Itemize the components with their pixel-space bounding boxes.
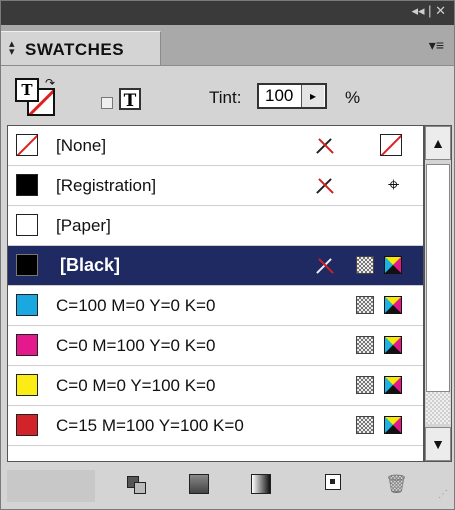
tint-percent-label: % (345, 88, 361, 107)
swatch-chip-paper (16, 214, 38, 236)
swatch-row-black[interactable]: [Black] (8, 246, 423, 286)
swatch-chip-registration (16, 174, 38, 196)
new-swatch-icon[interactable] (325, 474, 347, 496)
bottom-toolbar: 🗑 ⋰ (7, 466, 452, 504)
scroll-down-icon[interactable]: ▼ (425, 427, 451, 461)
cannot-edit-icon (312, 174, 336, 198)
process-color-icon (356, 256, 374, 274)
scroll-track[interactable] (426, 392, 450, 424)
cmyk-mode-icon (384, 256, 402, 274)
swatch-name: C=15 M=100 Y=100 K=0 (56, 416, 244, 435)
swatches-panel: ◂◂ | ✕ ▴ ▾ SWATCHES ▾≡ T ↷ T Tint: 100 ▸ … (0, 0, 455, 510)
swatch-row-registration[interactable]: [Registration] ⌖ (8, 166, 423, 206)
process-color-icon (356, 336, 374, 354)
swatch-list: [None] [Registration] ⌖ [Paper] [Black] … (7, 125, 424, 462)
swatch-name: [Paper] (56, 216, 111, 235)
tab-swatches[interactable]: ▴ ▾ SWATCHES (1, 31, 161, 65)
tint-label: Tint: (209, 88, 242, 107)
process-color-icon (356, 416, 374, 434)
swatch-name: C=0 M=0 Y=100 K=0 (56, 376, 216, 395)
cmyk-mode-icon (384, 296, 402, 314)
swatch-row-none[interactable]: [None] (8, 126, 423, 166)
cmyk-mode-icon (384, 336, 402, 354)
swatch-name: [Registration] (56, 176, 157, 195)
tab-swatches-label: SWATCHES (25, 40, 125, 59)
swatch-row-cyan[interactable]: C=100 M=0 Y=0 K=0 (8, 286, 423, 326)
swatch-chip-cyan (16, 294, 38, 316)
swatch-row-red[interactable]: C=15 M=100 Y=100 K=0 (8, 406, 423, 446)
swatch-row-yellow[interactable]: C=0 M=0 Y=100 K=0 (8, 366, 423, 406)
swatch-toolbar: T ↷ T Tint: 100 ▸ % (1, 66, 454, 121)
scroll-up-icon[interactable]: ▲ (425, 126, 451, 160)
delete-swatch-icon[interactable]: 🗑 (385, 474, 408, 496)
cannot-edit-icon (312, 134, 336, 158)
up-down-arrows-icon[interactable]: ▴ ▾ (9, 39, 15, 58)
cmyk-mode-icon (384, 416, 402, 434)
none-mode-icon (380, 134, 402, 156)
swatch-row-paper[interactable]: [Paper] (8, 206, 423, 246)
formatting-affects-container-icon[interactable] (101, 97, 113, 109)
panel-title-bar[interactable]: ◂◂ | ✕ (1, 1, 454, 25)
swatch-chip-magenta (16, 334, 38, 356)
swatch-name: [Black] (60, 255, 121, 275)
panel-menu-icon[interactable]: ▾≡ (429, 37, 444, 54)
fill-stroke-selector[interactable]: T ↷ (15, 76, 57, 116)
tab-row: ▴ ▾ SWATCHES ▾≡ (1, 25, 454, 66)
process-color-icon (356, 376, 374, 394)
tint-slider-arrow-icon[interactable]: ▸ (301, 85, 324, 107)
process-color-icon (356, 296, 374, 314)
swatch-chip-red (16, 414, 38, 436)
swatch-chip-yellow (16, 374, 38, 396)
show-color-swatches-icon[interactable] (189, 474, 211, 496)
collapse-close-controls[interactable]: ◂◂ | ✕ (411, 3, 446, 19)
swatch-chip-none (16, 134, 38, 156)
swatch-name: C=100 M=0 Y=0 K=0 (56, 296, 216, 315)
scroll-thumb[interactable] (426, 164, 450, 392)
swatch-name: [None] (56, 136, 107, 155)
fill-text-icon[interactable]: T (15, 78, 39, 102)
bottom-toolbar-spacer (7, 470, 95, 502)
show-all-swatches-icon[interactable] (125, 474, 147, 496)
resize-grip-icon[interactable]: ⋰ (438, 489, 448, 500)
swatch-row-magenta[interactable]: C=0 M=100 Y=0 K=0 (8, 326, 423, 366)
formatting-affects-text-icon[interactable]: T (119, 88, 141, 111)
cannot-edit-icon (312, 254, 336, 278)
swatch-chip-black (16, 254, 38, 276)
swatch-list-scrollbar[interactable]: ▲ ▼ (424, 125, 452, 462)
swatch-name: C=0 M=100 Y=0 K=0 (56, 336, 216, 355)
cmyk-mode-icon (384, 376, 402, 394)
show-gradient-swatches-icon[interactable] (251, 474, 273, 496)
swap-fill-stroke-icon[interactable]: ↷ (45, 76, 55, 90)
registration-icon: ⌖ (388, 174, 400, 196)
